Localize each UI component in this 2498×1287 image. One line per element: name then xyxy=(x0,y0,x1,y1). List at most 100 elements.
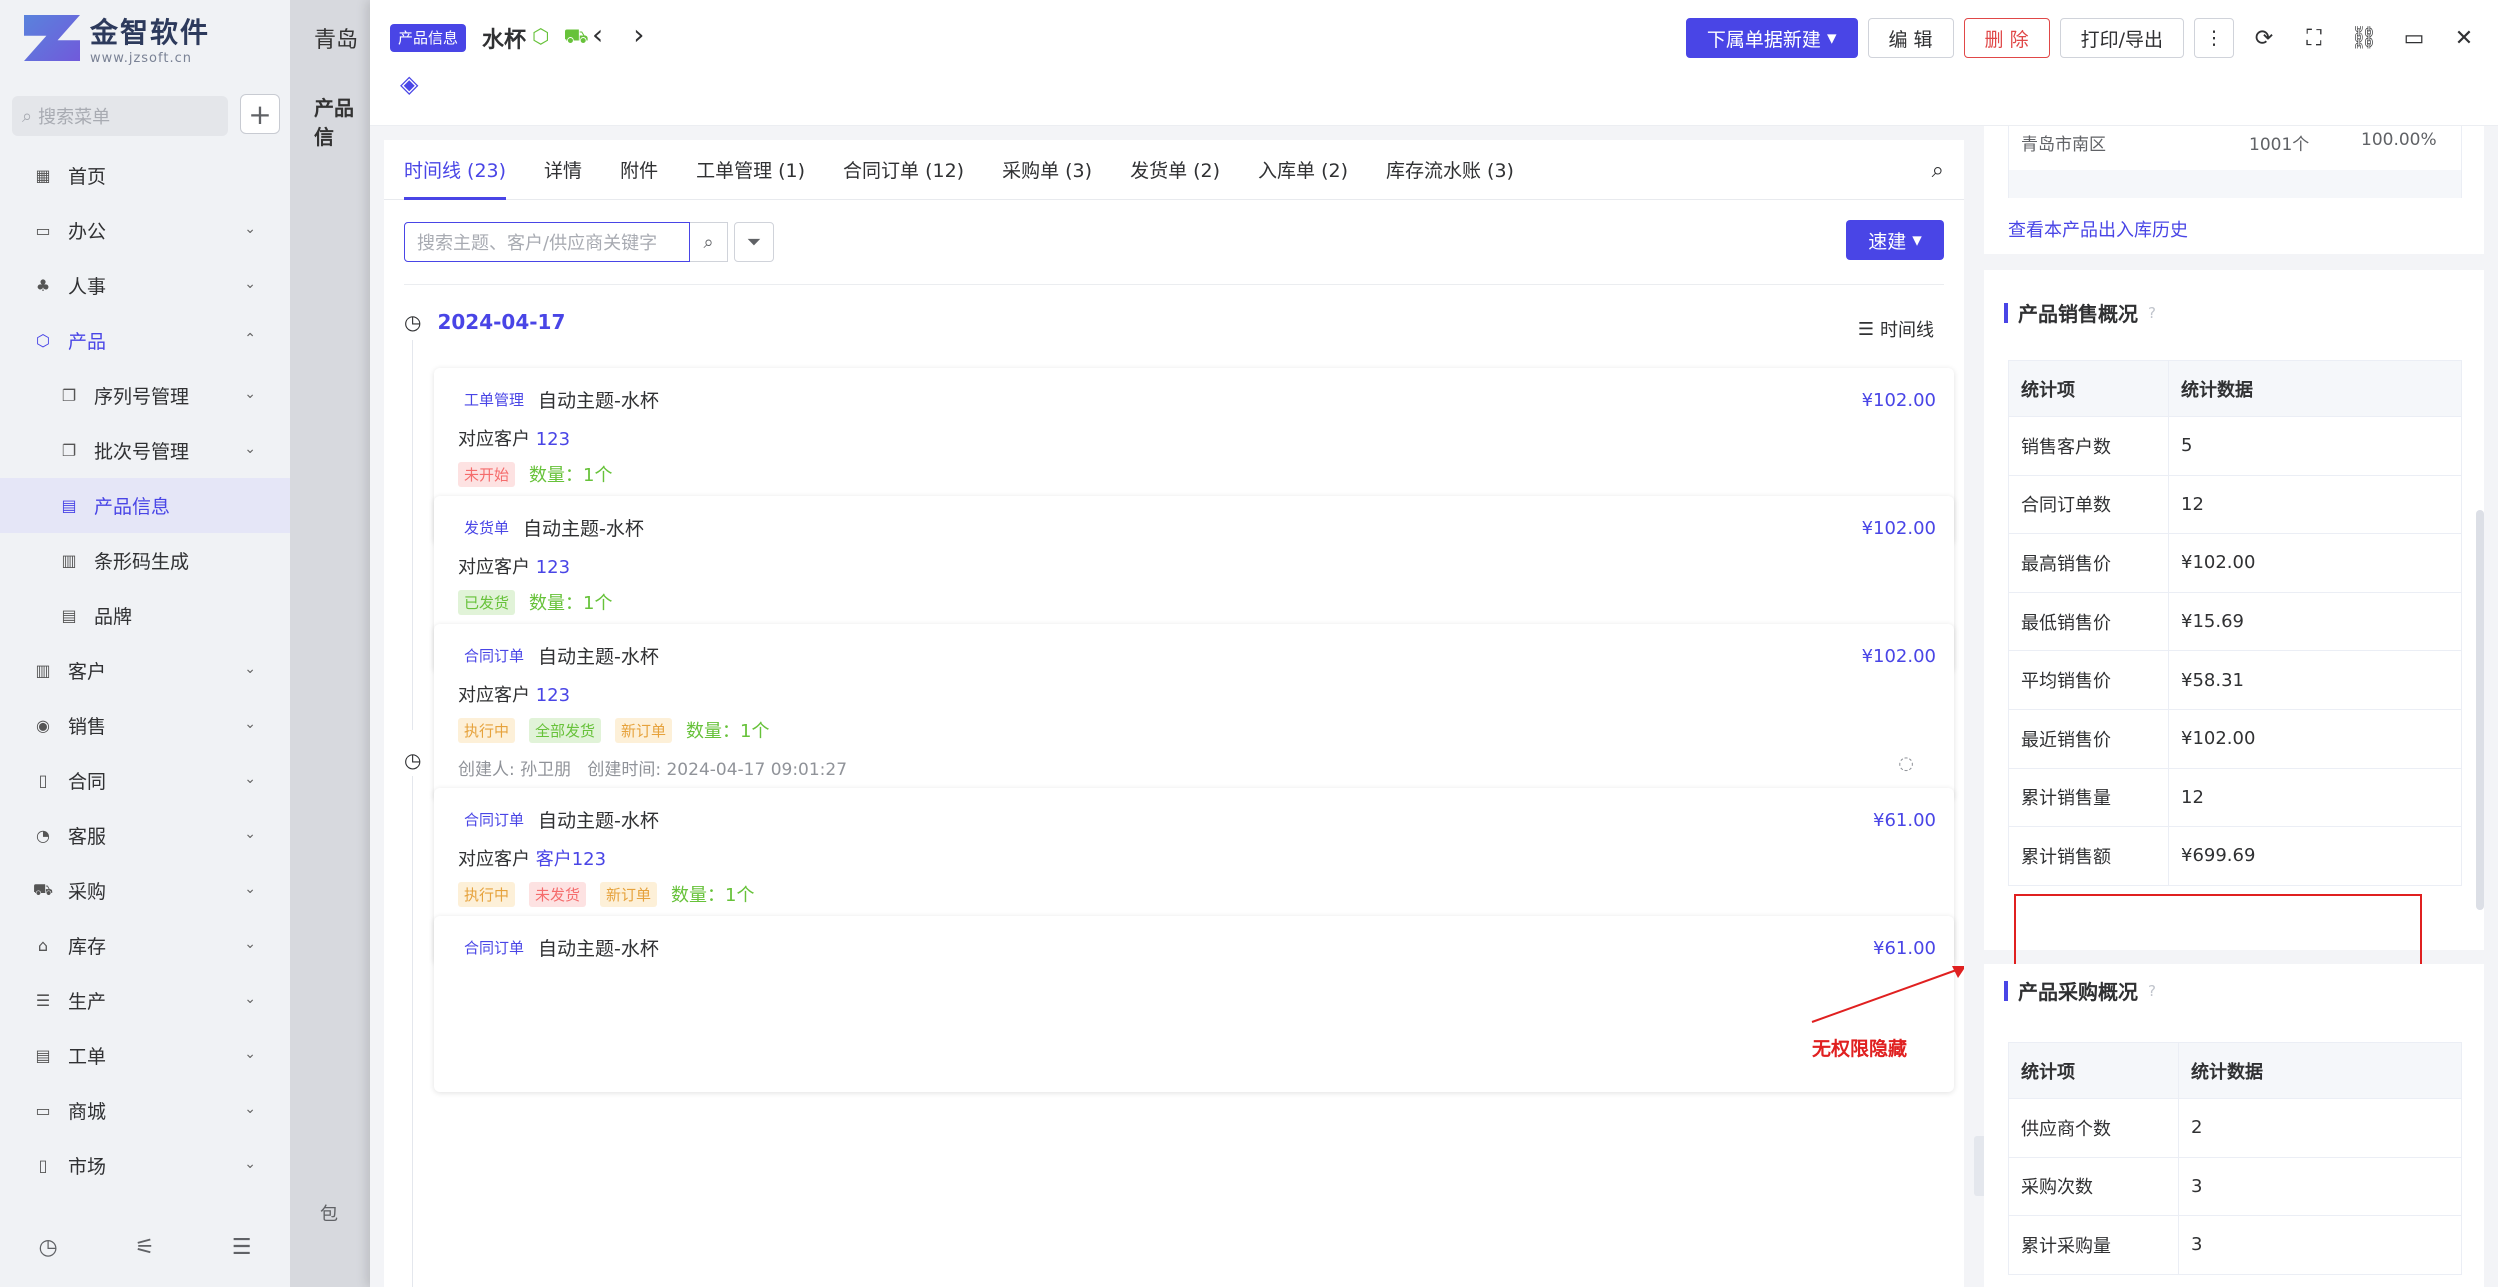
customer-link[interactable]: 123 xyxy=(536,685,570,706)
edit-button[interactable]: 编 辑 xyxy=(1867,18,1954,58)
table-row: 采购次数 3 xyxy=(2008,1156,2462,1217)
purchase-stats-table: 统计项 统计数据 供应商个数 2 采购次数 3 累计采购量 3 xyxy=(2008,1042,2462,1275)
sidebar-item[interactable]: ▤ 产品信息 xyxy=(0,478,290,533)
chevron-icon: ⌄ xyxy=(244,936,256,952)
sidebar-item[interactable]: ⬡ 产品 ⌃ xyxy=(0,313,290,368)
panel-icon[interactable]: ▭ xyxy=(2394,18,2434,58)
status-badge: 新订单 xyxy=(600,881,658,907)
tag-icon[interactable]: ◈ xyxy=(400,70,418,98)
card-price: ¥102.00 xyxy=(1861,518,1936,539)
tab[interactable]: 发货单 (2) xyxy=(1130,140,1220,200)
add-menu-button[interactable]: + xyxy=(240,94,280,134)
tab[interactable]: 时间线 (23) xyxy=(404,140,507,200)
tab[interactable]: 库存流水账 (3) xyxy=(1386,140,1514,200)
quantity: 数量：1个 xyxy=(686,721,770,742)
refresh-icon[interactable]: ⟳ xyxy=(2244,18,2284,58)
tab[interactable]: 入库单 (2) xyxy=(1258,140,1348,200)
sidebar-item[interactable]: ⛟ 采购 ⌄ xyxy=(0,863,290,918)
table-row: 累计销售量 12 xyxy=(2008,767,2462,828)
chevron-icon: ⌄ xyxy=(244,881,256,897)
customer-link[interactable]: 123 xyxy=(536,557,570,578)
tab[interactable]: 工单管理 (1) xyxy=(696,140,805,200)
list-icon: ☰ xyxy=(1857,318,1874,340)
timeline-toggle-button[interactable]: ☰ 时间线 xyxy=(1858,316,1934,342)
location-row: 青岛市南区 1001个 100.00% xyxy=(2008,126,2462,198)
prev-record-icon[interactable]: ‹ xyxy=(592,18,603,51)
menu-icon: ◉ xyxy=(36,716,50,735)
logo-mark-icon xyxy=(24,15,80,61)
settings-sliders-icon[interactable]: ⚟ xyxy=(135,1235,155,1260)
chevron-icon: ⌄ xyxy=(244,221,256,237)
chevron-icon: ⌄ xyxy=(244,441,256,457)
quick-create-button[interactable]: 速建 ▾ xyxy=(1846,220,1944,260)
stock-history-link[interactable]: 查看本产品出入库历史 xyxy=(2008,216,2188,242)
status-badge: 未发货 xyxy=(529,881,587,907)
product-name: 水杯 xyxy=(482,28,527,53)
collapse-menu-icon[interactable]: ☰ xyxy=(232,1235,252,1260)
card-price: ¥102.00 xyxy=(1861,646,1936,667)
tab[interactable]: 附件 xyxy=(620,140,658,200)
sidebar-item[interactable]: ☰ 生产 ⌄ xyxy=(0,973,290,1028)
sidebar-item[interactable]: ▭ 商城 ⌄ xyxy=(0,1083,290,1138)
scrollbar[interactable] xyxy=(2476,510,2484,910)
fullscreen-icon[interactable]: ⛶ xyxy=(2294,18,2334,58)
sidebar-item[interactable]: ▥ 客户 ⌄ xyxy=(0,643,290,698)
timeline-card[interactable]: 合同订单 自动主题-水杯 ¥102.00 对应客户 123 执行中 全部发货 新订单 数量：1… xyxy=(434,624,1954,800)
filter-icon[interactable]: ⏷ xyxy=(734,222,774,262)
sidebar-item-label: 条形码生成 xyxy=(94,551,190,573)
sidebar-item[interactable]: ❐ 序列号管理 ⌄ xyxy=(0,368,290,423)
tab[interactable]: 详情 xyxy=(544,140,582,200)
card-subject[interactable]: 自动主题-水杯 xyxy=(523,514,644,541)
sidebar-item-label: 序列号管理 xyxy=(94,386,190,408)
sidebar-item[interactable]: ◉ 销售 ⌄ xyxy=(0,698,290,753)
menu-icon: ❐ xyxy=(61,386,77,405)
sidebar-item[interactable]: ▤ 工单 ⌄ xyxy=(0,1028,290,1083)
tab[interactable]: 合同订单 (12) xyxy=(843,140,964,200)
close-icon[interactable]: ✕ xyxy=(2444,18,2484,58)
sidebar-item[interactable]: ▭ 办公 ⌄ xyxy=(0,203,290,258)
logo: 金智软件 www.jzsoft.cn xyxy=(24,10,210,66)
customer-link[interactable]: 123 xyxy=(536,429,570,450)
sidebar-item-label: 合同 xyxy=(68,771,107,793)
sidebar-item[interactable]: ❐ 批次号管理 ⌄ xyxy=(0,423,290,478)
history-icon[interactable]: ◷ xyxy=(39,1235,58,1260)
sidebar-item-label: 商城 xyxy=(68,1101,107,1123)
sidebar-item[interactable]: ♣ 人事 ⌄ xyxy=(0,258,290,313)
print-export-button[interactable]: 打印/导出 xyxy=(2059,18,2184,58)
customer-link[interactable]: 客户123 xyxy=(536,849,606,870)
next-record-icon[interactable]: › xyxy=(633,18,644,51)
timeline-card[interactable]: 合同订单 自动主题-水杯 ¥61.00 xyxy=(434,916,1954,1092)
new-sub-document-button[interactable]: 下属单据新建 ▾ xyxy=(1685,18,1858,58)
sidebar-item[interactable]: ▥ 条形码生成 xyxy=(0,533,290,588)
tab[interactable]: 采购单 (3) xyxy=(1002,140,1092,200)
comment-icon[interactable]: ◌ xyxy=(1898,753,1914,774)
sidebar-item[interactable]: ▯ 市场 ⌄ xyxy=(0,1138,290,1193)
menu-icon: ▤ xyxy=(35,1046,51,1065)
sidebar-item[interactable]: ⌂ 库存 ⌄ xyxy=(0,918,290,973)
sidebar-item[interactable]: ◔ 客服 ⌄ xyxy=(0,808,290,863)
card-subject[interactable]: 自动主题-水杯 xyxy=(538,934,659,961)
clock-icon: ◷ xyxy=(404,310,422,334)
search-icon[interactable]: ⌕ xyxy=(690,222,728,262)
menu-icon: ⌂ xyxy=(37,936,49,955)
sidebar-item[interactable]: ▯ 合同 ⌄ xyxy=(0,753,290,808)
sidebar-item[interactable]: ▤ 品牌 xyxy=(0,588,290,643)
more-icon[interactable]: ⋮ xyxy=(2194,18,2234,58)
card-subject[interactable]: 自动主题-水杯 xyxy=(538,806,659,833)
record-type-tag: 合同订单 xyxy=(464,647,525,665)
card-subject[interactable]: 自动主题-水杯 xyxy=(538,386,659,413)
search-icon: ⌕ xyxy=(22,105,33,127)
sidebar-item[interactable]: ▦ 首页 xyxy=(0,148,290,203)
sidebar-menu: ▦ 首页 ▭ 办公 ⌄ ♣ 人事 ⌄ ⬡ 产品 ⌃ ❐ 序列号管理 ⌄ ❐ 批次号管理 ⌄ ▤ 产品信息 ▥ 条形码生成… xyxy=(0,148,290,1193)
sidebar: 金智软件 www.jzsoft.cn ⌕ 搜索菜单 + ▦ 首页 ▭ 办公 ⌄ ♣ 人事 ⌄ ⬡… xyxy=(0,0,290,1287)
search-icon[interactable]: ⌕ xyxy=(1932,158,1944,183)
menu-icon: ▤ xyxy=(61,496,77,515)
link-icon[interactable]: ⛓ xyxy=(2344,18,2384,58)
delete-button[interactable]: 删 除 xyxy=(1963,18,2050,58)
quantity: 数量：1个 xyxy=(529,465,613,486)
card-subject[interactable]: 自动主题-水杯 xyxy=(538,642,659,669)
menu-icon: ▯ xyxy=(38,771,48,790)
menu-search-input[interactable]: ⌕ 搜索菜单 xyxy=(12,96,228,136)
keyword-search-input[interactable]: 搜索主题、客户/供应商关键字 xyxy=(404,222,690,262)
sales-overview: 产品销售概况? 统计项 统计数据 销售客户数 5 合同订单数 12 最高销售价 ¥102.00… xyxy=(1984,270,2484,950)
